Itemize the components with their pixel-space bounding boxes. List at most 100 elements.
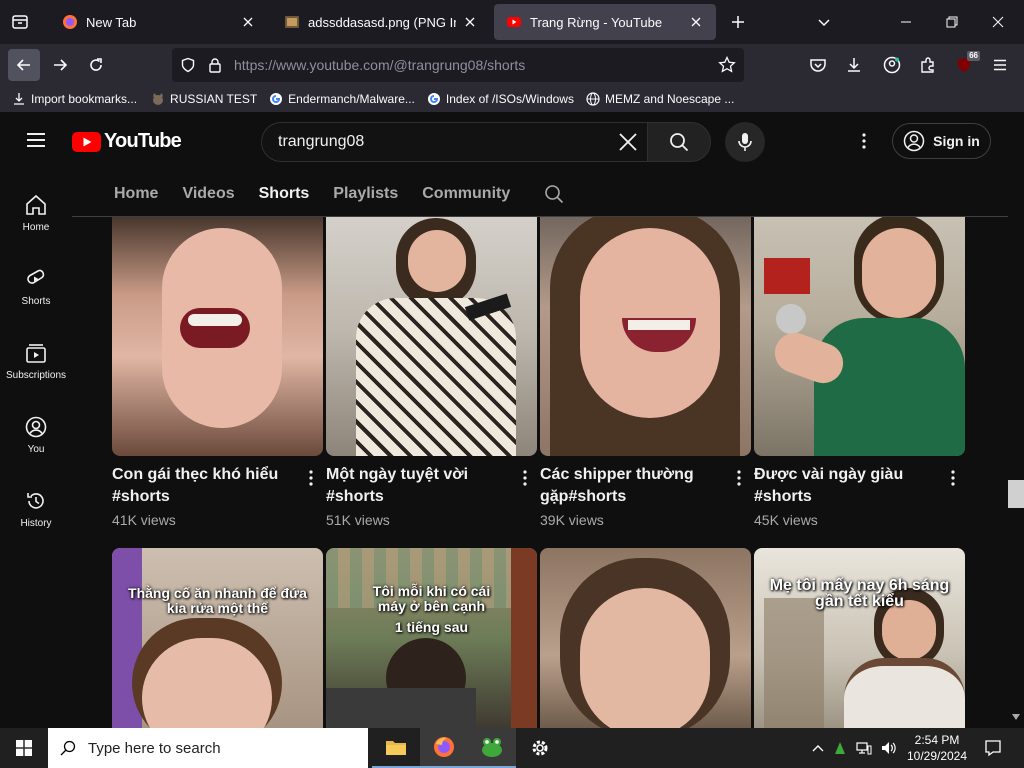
taskbar-frog-app[interactable] <box>468 728 516 768</box>
taskbar-firefox[interactable] <box>420 728 468 768</box>
taskbar-settings[interactable] <box>516 728 564 768</box>
tab-shorts[interactable]: Shorts <box>259 185 310 203</box>
lock-icon[interactable] <box>208 57 222 73</box>
short-card[interactable]: Các shipper thường gặp#shorts 39K views <box>540 216 751 528</box>
hamburger-menu-icon <box>27 133 45 147</box>
tab-community[interactable]: Community <box>422 185 510 203</box>
tab-home[interactable]: Home <box>114 185 158 203</box>
network-icon[interactable] <box>856 740 872 756</box>
tab-png-image[interactable]: adssddasasd.png (PNG Image, 4 <box>272 4 490 40</box>
short-card[interactable] <box>540 548 751 728</box>
short-thumbnail[interactable]: Tôi mỗi khi có cái máy ở bên cạnh 1 tiến… <box>326 548 537 728</box>
bookmarks-toolbar: Import bookmarks... RUSSIAN TEST Enderma… <box>0 86 1024 112</box>
taskbar-search-box[interactable]: Type here to search <box>48 728 368 768</box>
more-vertical-icon[interactable] <box>309 470 313 486</box>
short-thumbnail[interactable] <box>540 548 751 728</box>
firefox-icon <box>63 15 77 29</box>
close-tab-icon[interactable] <box>462 14 478 30</box>
voice-search-button[interactable] <box>725 122 765 162</box>
restore-button[interactable] <box>936 6 968 38</box>
list-all-tabs-button[interactable] <box>808 6 840 38</box>
overlay-line: Thằng cố ăn nhanh để đứa <box>128 585 307 601</box>
bookmark-label: RUSSIAN TEST <box>170 92 258 106</box>
short-thumbnail[interactable] <box>112 216 323 456</box>
account-button[interactable] <box>876 49 908 81</box>
short-card[interactable]: Một ngày tuyệt vời #shorts 51K views <box>326 216 537 528</box>
minimize-button[interactable] <box>890 6 922 38</box>
search-button[interactable] <box>647 122 711 162</box>
tab-playlists[interactable]: Playlists <box>333 185 398 203</box>
ublock-extension-button[interactable]: 66 <box>948 49 980 81</box>
youtube-logo[interactable]: YouTube <box>72 130 182 153</box>
page-scrollbar[interactable] <box>1008 112 1024 728</box>
overlay-line: 1 tiếng sau <box>394 619 469 635</box>
more-vertical-icon[interactable] <box>523 470 527 486</box>
tab-videos[interactable]: Videos <box>182 185 234 203</box>
guide-item-shorts[interactable]: Shorts <box>0 250 72 324</box>
extensions-button[interactable] <box>912 49 944 81</box>
image-icon <box>285 16 299 28</box>
short-card[interactable]: Con gái thẹc khó hiểu #shorts 41K views <box>112 216 323 528</box>
sign-in-button[interactable]: Sign in <box>892 123 991 159</box>
firefox-view-button[interactable] <box>4 6 36 38</box>
shield-icon[interactable] <box>180 57 196 73</box>
reload-button[interactable] <box>80 49 112 81</box>
bookmark-russian-test[interactable]: RUSSIAN TEST <box>151 92 257 106</box>
short-card[interactable]: Thằng cố ăn nhanh để đứa kia rửa một thể <box>112 548 323 728</box>
scroll-down-arrow-icon[interactable] <box>1012 714 1020 720</box>
short-thumbnail[interactable] <box>540 216 751 456</box>
search-input[interactable]: trangrung08 <box>278 133 617 151</box>
notifications-icon[interactable] <box>984 739 1002 757</box>
short-thumbnail[interactable]: Mẹ tôi mấy nay 6h sáng gần tết kiểu <box>754 548 965 728</box>
short-title[interactable]: Con gái thẹc khó hiểu #shorts <box>112 464 323 508</box>
short-thumbnail[interactable]: Thằng cố ăn nhanh để đứa kia rửa một thể <box>112 548 323 728</box>
short-card[interactable]: Tôi mỗi khi có cái máy ở bên cạnh 1 tiến… <box>326 548 537 728</box>
guide-item-you[interactable]: You <box>0 398 72 472</box>
short-card[interactable]: Mẹ tôi mấy nay 6h sáng gần tết kiểu <box>754 548 965 728</box>
address-bar[interactable]: https://www.youtube.com/@trangrung08/sho… <box>172 48 744 82</box>
start-button[interactable] <box>0 728 48 768</box>
scrollbar-thumb[interactable] <box>1008 480 1024 508</box>
new-tab-button[interactable] <box>722 6 754 38</box>
chevron-up-icon[interactable] <box>812 744 824 752</box>
tab-youtube[interactable]: Trang Rừng - YouTube <box>494 4 716 40</box>
bookmark-star-icon[interactable] <box>718 56 736 74</box>
short-thumbnail[interactable] <box>326 216 537 456</box>
back-button[interactable] <box>8 49 40 81</box>
guide-menu-button[interactable] <box>20 124 52 156</box>
short-thumbnail[interactable] <box>754 216 965 456</box>
close-tab-icon[interactable] <box>688 14 704 30</box>
bookmark-import[interactable]: Import bookmarks... <box>12 92 137 106</box>
guide-item-home[interactable]: Home <box>0 176 72 250</box>
minimize-icon <box>901 21 911 23</box>
clock[interactable]: 2:54 PM 10/29/2024 <box>906 732 968 764</box>
taskbar-file-explorer[interactable] <box>372 728 420 768</box>
bookmark-memz[interactable]: MEMZ and Noescape ... <box>586 92 734 106</box>
guide-item-history[interactable]: History <box>0 472 72 546</box>
clear-search-icon[interactable] <box>617 131 639 153</box>
more-vertical-icon[interactable] <box>737 470 741 486</box>
close-tab-icon[interactable] <box>240 14 256 30</box>
pocket-button[interactable] <box>802 49 834 81</box>
close-window-button[interactable] <box>982 6 1014 38</box>
short-title[interactable]: Được vài ngày giàu #shorts <box>754 464 965 508</box>
volume-icon[interactable] <box>880 740 896 756</box>
bookmark-endermanch[interactable]: Endermanch/Malware... <box>269 92 415 106</box>
search-box[interactable]: trangrung08 <box>261 122 647 162</box>
tray-app-icon[interactable] <box>832 740 848 756</box>
tab-new-tab[interactable]: New Tab <box>50 4 268 40</box>
downloads-button[interactable] <box>838 49 870 81</box>
settings-menu-button[interactable] <box>848 125 880 157</box>
bookmark-index-isos[interactable]: Index of /ISOs/Windows <box>427 92 574 106</box>
clock-time: 2:54 PM <box>914 733 960 747</box>
short-card[interactable]: Được vài ngày giàu #shorts 45K views <box>754 216 965 528</box>
url-text: https://www.youtube.com/@trangrung08/sho… <box>234 57 525 73</box>
short-views: 39K views <box>540 512 604 528</box>
forward-button[interactable] <box>44 49 76 81</box>
short-title[interactable]: Các shipper thường gặp#shorts <box>540 464 751 508</box>
search-icon[interactable] <box>544 184 564 204</box>
app-menu-button[interactable] <box>984 49 1016 81</box>
guide-item-subscriptions[interactable]: Subscriptions <box>0 324 72 398</box>
more-vertical-icon[interactable] <box>951 470 955 486</box>
short-title[interactable]: Một ngày tuyệt vời #shorts <box>326 464 537 508</box>
